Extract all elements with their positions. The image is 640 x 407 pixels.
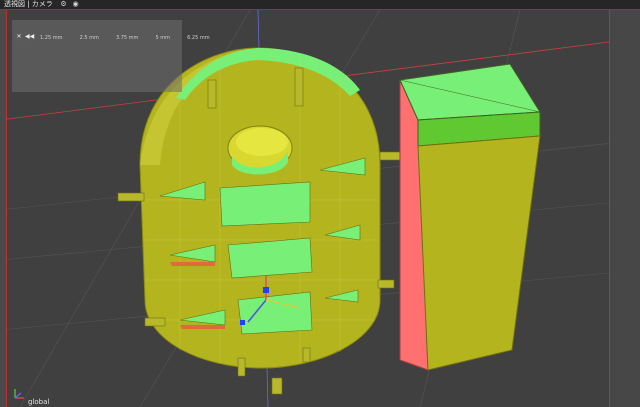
measure-overlay: ✕ ◀◀ 1.25 mm 2.5 mm 3.75 mm 5 mm 6.25 mm [12,20,210,92]
unit-label: 1.25 mm [40,35,63,41]
unit-label: 6.25 mm [187,35,210,41]
unit-label: 5 mm [155,35,171,41]
3d-viewport[interactable]: 透視図 | カメラ ⚙ ◉ ✕ ◀◀ 1.25 mm 2.5 mm 3.75 mm… [0,0,640,407]
viewport-right-border [610,10,640,407]
viewport-header: 透視図 | カメラ ⚙ ◉ [0,0,640,10]
close-overlay-button[interactable]: ✕ [15,33,23,41]
unit-label: 3.75 mm [115,35,139,41]
unit-label: 2.5 mm [79,35,99,41]
eye-icon[interactable]: ◉ [72,1,79,8]
viewport-title[interactable]: 透視図 | カメラ [4,0,53,9]
frame-accent-left [6,10,7,407]
axis-gizmo-icon [14,389,24,399]
box-object[interactable] [399,63,541,371]
frame-accent-right [609,10,610,407]
unit-scale: 1.25 mm 2.5 mm 3.75 mm 5 mm 6.25 mm [40,24,222,43]
coordinate-space-label: global [28,398,50,406]
settings-icon[interactable]: ⚙ [60,1,67,8]
collapse-overlay-button[interactable]: ◀◀ [25,33,34,41]
